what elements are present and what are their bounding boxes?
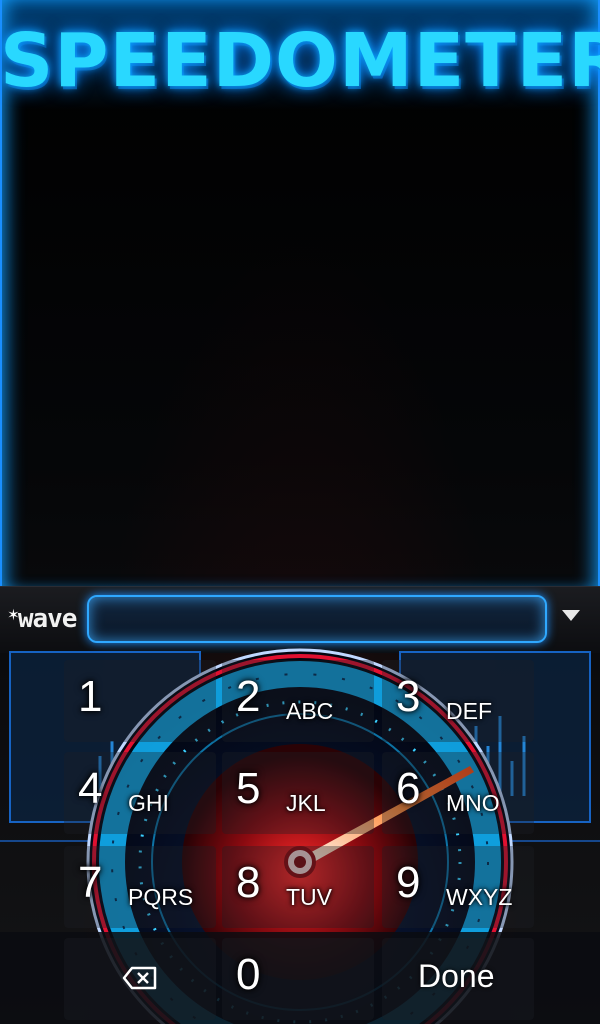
brand-logo-text: wave [17, 604, 78, 634]
app-title: SPEEDOMETER [0, 18, 600, 104]
backspace-icon [122, 966, 157, 990]
key-letters: ABC [286, 698, 334, 724]
key-3[interactable]: 3 DEF [382, 660, 534, 742]
key-5[interactable]: 5 JKL [222, 752, 374, 834]
done-button[interactable]: Done [382, 938, 534, 1020]
key-letters: TUV [286, 884, 332, 910]
key-0[interactable]: 0 [222, 938, 374, 1020]
key-letters: WXYZ [446, 884, 513, 910]
key-letters: GHI [128, 790, 169, 816]
key-8[interactable]: 8 TUV [222, 846, 374, 928]
key-letters: DEF [446, 698, 492, 724]
screen: SPEEDOMETER ✶wave 1 2 ABC 3 DEF 4 GHI 5 … [0, 0, 600, 1024]
key-7[interactable]: 7 PQRS [64, 846, 216, 928]
key-letters: JKL [286, 790, 326, 816]
brand-logo: ✶wave [8, 604, 78, 634]
key-9[interactable]: 9 WXYZ [382, 846, 534, 928]
key-letters: MNO [446, 790, 500, 816]
key-digit: 7 [78, 858, 103, 907]
backspace-button[interactable] [64, 938, 216, 1020]
key-2[interactable]: 2 ABC [222, 660, 374, 742]
done-label: Done [418, 958, 495, 994]
key-digit: 4 [78, 764, 103, 813]
key-1[interactable]: 1 [64, 660, 216, 742]
key-digit: 8 [236, 858, 261, 907]
key-6[interactable]: 6 MNO [382, 752, 534, 834]
key-digit: 5 [236, 764, 261, 813]
sparkle-icon: ✶ [8, 604, 19, 625]
key-digit: 1 [78, 672, 103, 721]
key-digit: 2 [236, 672, 261, 721]
key-digit: 0 [236, 950, 261, 999]
chevron-down-icon[interactable] [562, 610, 580, 621]
key-letters: PQRS [128, 884, 194, 910]
phone-number-input[interactable] [87, 595, 547, 643]
key-digit: 3 [396, 672, 421, 721]
key-digit: 6 [396, 764, 421, 813]
key-4[interactable]: 4 GHI [64, 752, 216, 834]
key-digit: 9 [396, 858, 421, 907]
